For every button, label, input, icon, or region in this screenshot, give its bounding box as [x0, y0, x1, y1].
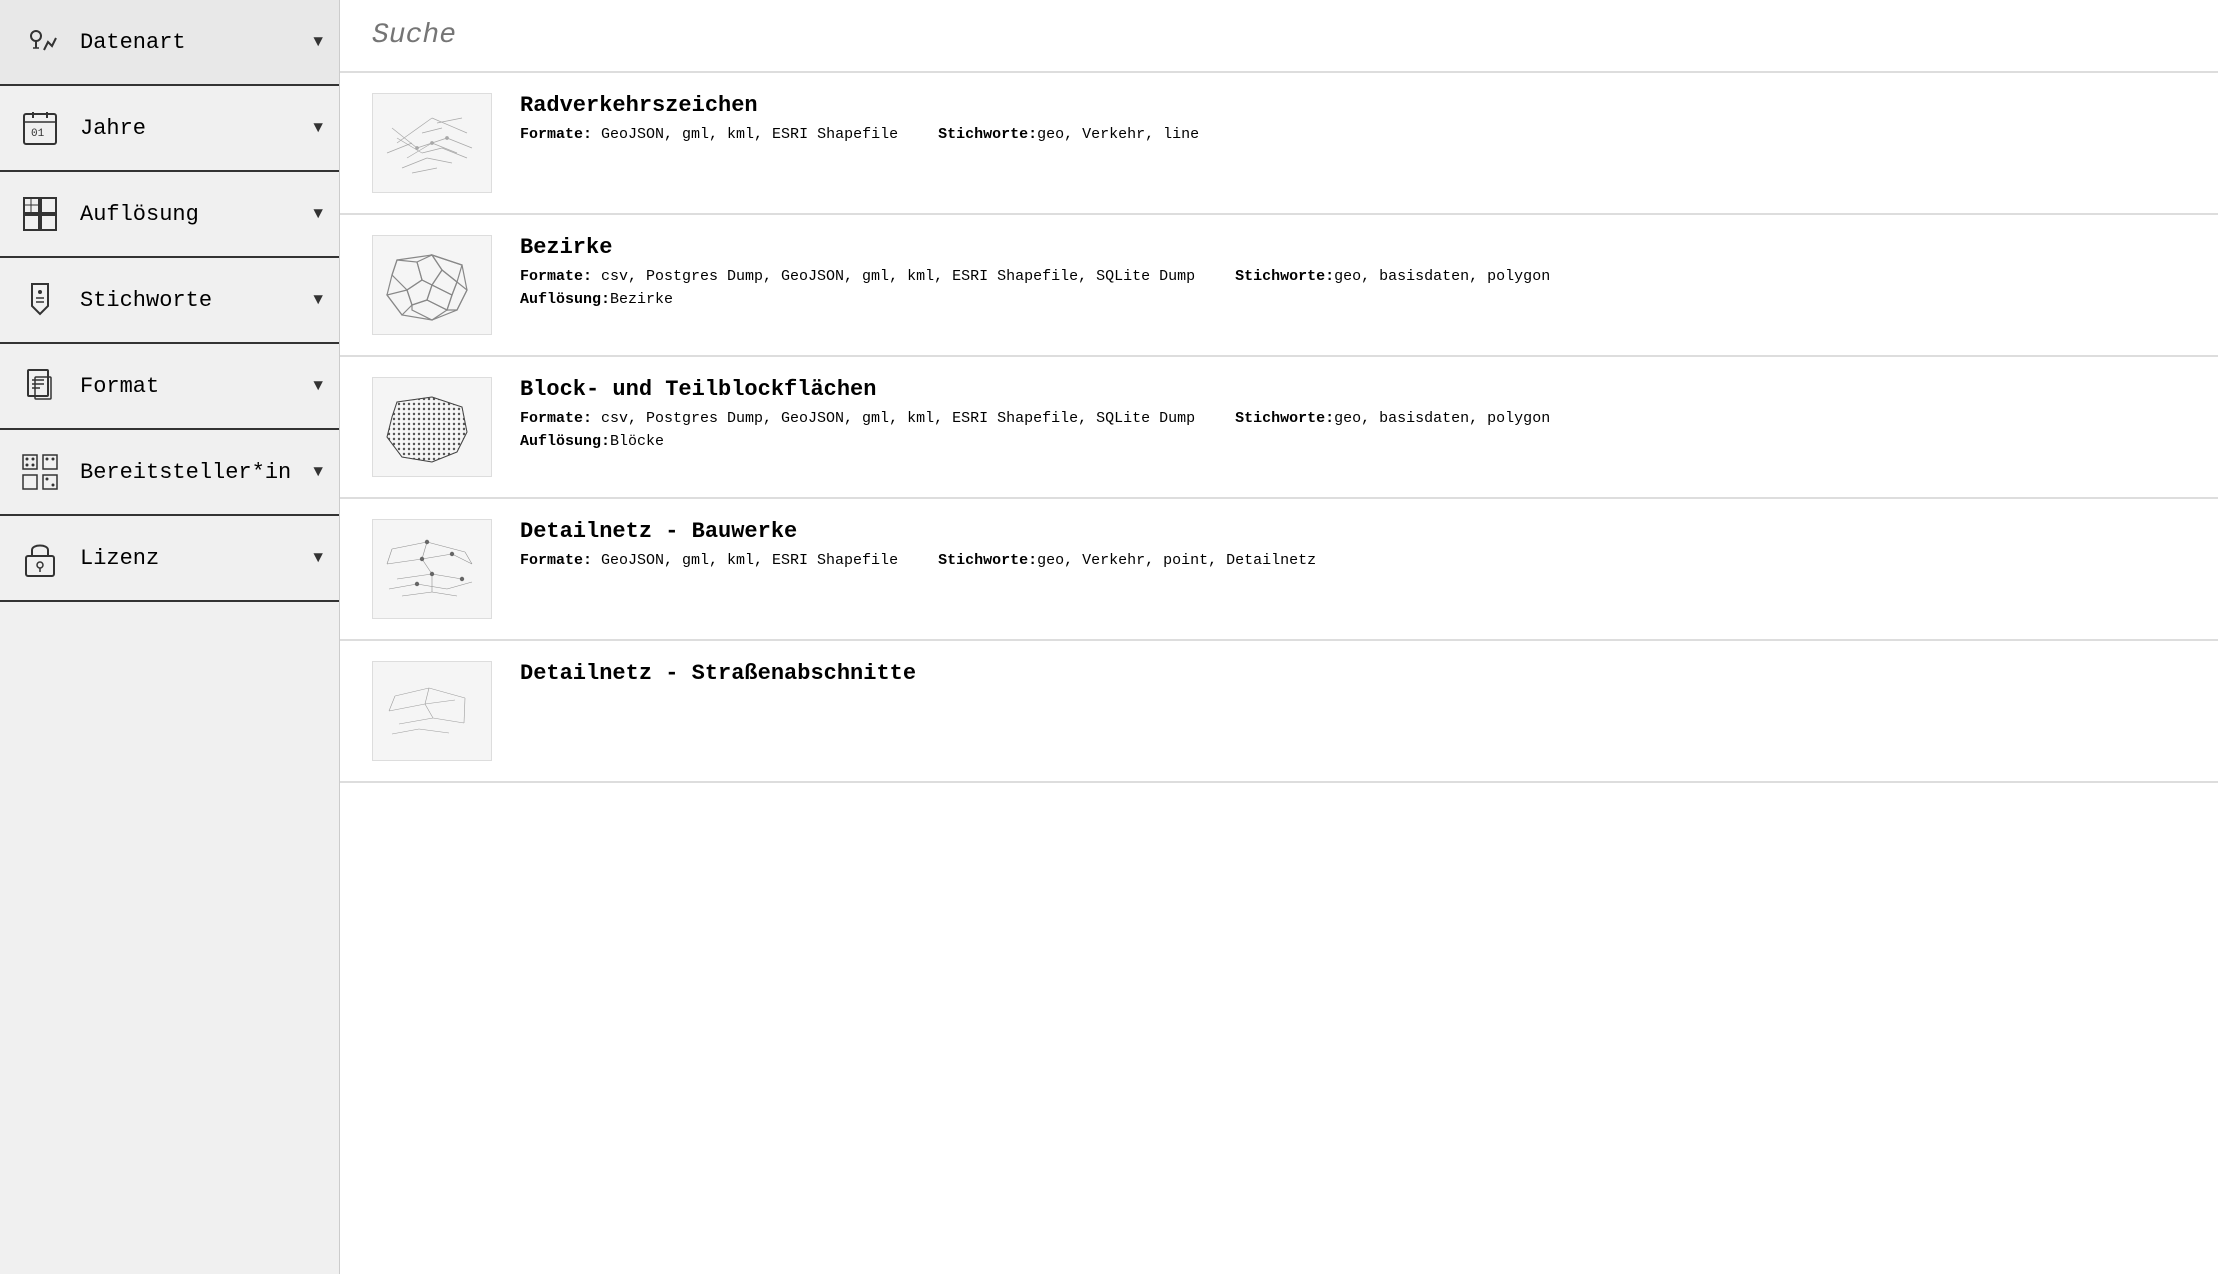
formate-detailnetz-bauwerke: Formate: GeoJSON, gml, kml, ESRI Shapefi…: [520, 552, 898, 569]
result-title-radverkehrszeichen: Radverkehrszeichen: [520, 93, 2186, 118]
stichworte-chevron: ▼: [313, 291, 323, 309]
lizenz-icon: [16, 534, 64, 582]
sidebar-item-bereitsteller[interactable]: Bereitsteller*in ▼: [0, 430, 339, 516]
sidebar-item-format[interactable]: Format ▼: [0, 344, 339, 430]
stichworte-value-radverkehrszeichen: geo, Verkehr, line: [1037, 126, 1199, 143]
stichworte-label-radverkehrszeichen: Stichworte:geo, Verkehr, line: [938, 126, 1199, 143]
datenart-icon: [16, 18, 64, 66]
aufloesung-icon: [16, 190, 64, 238]
result-item-detailnetz-strassenabschnitte[interactable]: Detailnetz - Straßenabschnitte: [340, 641, 2218, 783]
format-icon: [16, 362, 64, 410]
result-title-detailnetz-strassenabschnitte: Detailnetz - Straßenabschnitte: [520, 661, 2186, 686]
result-aufloesung-block-teilblock: Auflösung:Blöcke: [520, 433, 2186, 450]
datenart-chevron: ▼: [313, 33, 323, 51]
formate-value-radverkehrszeichen: GeoJSON, gml, kml, ESRI Shapefile: [601, 126, 898, 143]
result-item-radverkehrszeichen[interactable]: Radverkehrszeichen Formate: GeoJSON, gml…: [340, 73, 2218, 215]
sidebar-item-aufloesung-label: Auflösung: [80, 202, 313, 227]
stichworte-bezirke: Stichworte:geo, basisdaten, polygon: [1235, 268, 1550, 285]
sidebar-item-lizenz-label: Lizenz: [80, 546, 313, 571]
sidebar-item-format-label: Format: [80, 374, 313, 399]
sidebar-item-stichworte[interactable]: Stichworte ▼: [0, 258, 339, 344]
result-body-detailnetz-strassenabschnitte: Detailnetz - Straßenabschnitte: [520, 661, 2186, 694]
result-meta-bezirke: Formate: csv, Postgres Dump, GeoJSON, gm…: [520, 268, 2186, 285]
formate-block-teilblock: Formate: csv, Postgres Dump, GeoJSON, gm…: [520, 410, 1195, 427]
result-body-bezirke: Bezirke Formate: csv, Postgres Dump, Geo…: [520, 235, 2186, 308]
jahre-chevron: ▼: [313, 119, 323, 137]
result-body-block-teilblock: Block- und Teilblockflächen Formate: csv…: [520, 377, 2186, 450]
result-item-detailnetz-bauwerke[interactable]: Detailnetz - Bauwerke Formate: GeoJSON, …: [340, 499, 2218, 641]
result-item-block-teilblock[interactable]: Block- und Teilblockflächen Formate: csv…: [340, 357, 2218, 499]
sidebar-item-datenart[interactable]: Datenart ▼: [0, 0, 339, 86]
thumbnail-radverkehrszeichen: [372, 93, 492, 193]
result-title-bezirke: Bezirke: [520, 235, 2186, 260]
result-title-block-teilblock: Block- und Teilblockflächen: [520, 377, 2186, 402]
results-list: Radverkehrszeichen Formate: GeoJSON, gml…: [340, 73, 2218, 783]
sidebar-item-bereitsteller-label: Bereitsteller*in: [80, 460, 313, 485]
thumbnail-detailnetz-strassenabschnitte: [372, 661, 492, 761]
search-input[interactable]: [372, 20, 2186, 51]
stichworte-detailnetz-bauwerke: Stichworte:geo, Verkehr, point, Detailne…: [938, 552, 1316, 569]
result-meta-block-teilblock: Formate: csv, Postgres Dump, GeoJSON, gm…: [520, 410, 2186, 427]
result-meta-detailnetz-bauwerke: Formate: GeoJSON, gml, kml, ESRI Shapefi…: [520, 552, 2186, 569]
result-title-detailnetz-bauwerke: Detailnetz - Bauwerke: [520, 519, 2186, 544]
lizenz-chevron: ▼: [313, 549, 323, 567]
svg-text:01: 01: [31, 128, 45, 140]
stichworte-key: Stichworte:: [938, 126, 1037, 143]
stichworte-block-teilblock: Stichworte:geo, basisdaten, polygon: [1235, 410, 1550, 427]
result-aufloesung-bezirke: Auflösung:Bezirke: [520, 291, 2186, 308]
sidebar-item-jahre-label: Jahre: [80, 116, 313, 141]
sidebar-item-jahre[interactable]: 01 Jahre ▼: [0, 86, 339, 172]
search-bar: [340, 0, 2218, 73]
thumbnail-bezirke: [372, 235, 492, 335]
bereitsteller-icon: [16, 448, 64, 496]
formate-bezirke: Formate: csv, Postgres Dump, GeoJSON, gm…: [520, 268, 1195, 285]
sidebar-item-stichworte-label: Stichworte: [80, 288, 313, 313]
stichworte-icon: [16, 276, 64, 324]
thumbnail-detailnetz-bauwerke: [372, 519, 492, 619]
formate-label-radverkehrszeichen: Formate: GeoJSON, gml, kml, ESRI Shapefi…: [520, 126, 898, 143]
format-chevron: ▼: [313, 377, 323, 395]
bereitsteller-chevron: ▼: [313, 463, 323, 481]
sidebar-item-aufloesung[interactable]: Auflösung ▼: [0, 172, 339, 258]
result-body-detailnetz-bauwerke: Detailnetz - Bauwerke Formate: GeoJSON, …: [520, 519, 2186, 573]
aufloesung-chevron: ▼: [313, 205, 323, 223]
thumbnail-block-teilblock: [372, 377, 492, 477]
result-body-radverkehrszeichen: Radverkehrszeichen Formate: GeoJSON, gml…: [520, 93, 2186, 147]
sidebar-item-datenart-label: Datenart: [80, 30, 313, 55]
sidebar: Datenart ▼ 01 Jahre ▼: [0, 0, 340, 1274]
result-meta-radverkehrszeichen: Formate: GeoJSON, gml, kml, ESRI Shapefi…: [520, 126, 2186, 143]
main-content: Radverkehrszeichen Formate: GeoJSON, gml…: [340, 0, 2218, 1274]
formate-key: Formate:: [520, 126, 601, 143]
sidebar-item-lizenz[interactable]: Lizenz ▼: [0, 516, 339, 602]
result-item-bezirke[interactable]: Bezirke Formate: csv, Postgres Dump, Geo…: [340, 215, 2218, 357]
jahre-icon: 01: [16, 104, 64, 152]
